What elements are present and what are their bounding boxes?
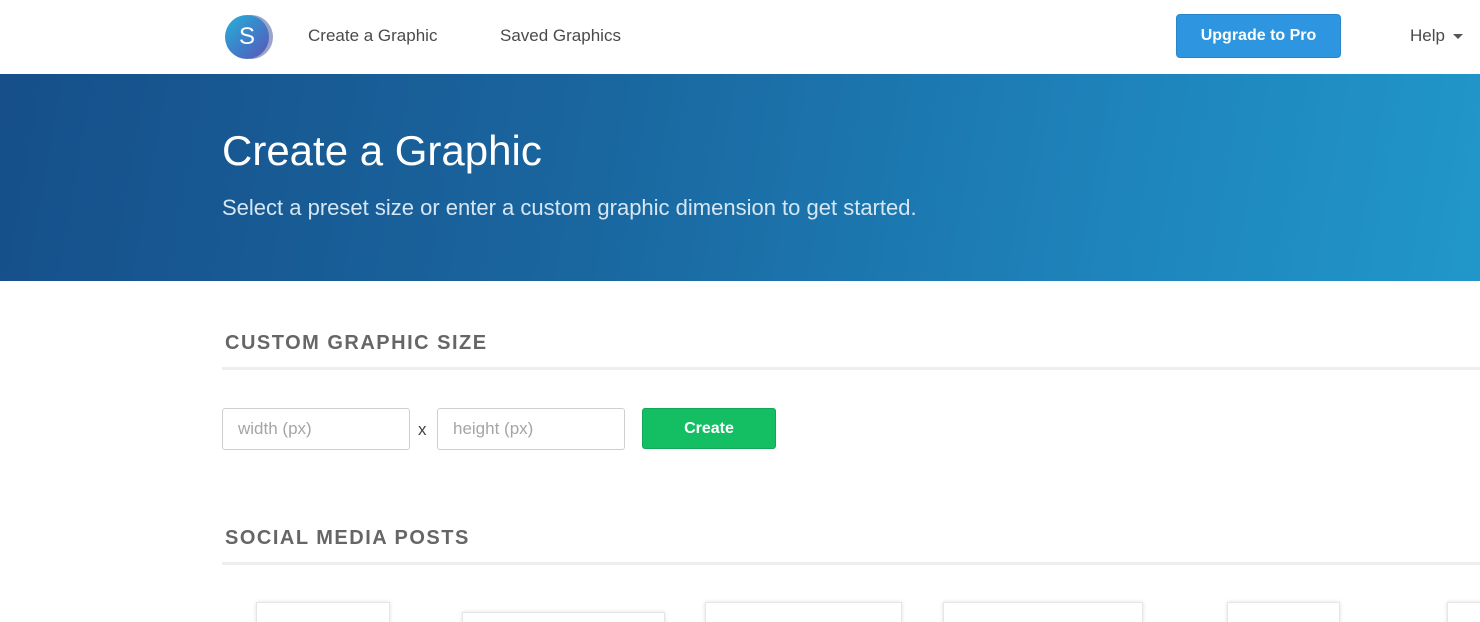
page-title: Create a Graphic bbox=[222, 127, 542, 174]
nav-saved-graphics-link[interactable]: Saved Graphics bbox=[500, 26, 621, 46]
help-menu[interactable]: Help bbox=[1410, 26, 1463, 46]
preset-card[interactable] bbox=[256, 602, 390, 622]
social-media-heading: SOCIAL MEDIA POSTS bbox=[225, 527, 470, 549]
height-input[interactable] bbox=[437, 408, 625, 450]
preset-card[interactable] bbox=[1447, 602, 1480, 622]
width-input[interactable] bbox=[222, 408, 410, 450]
nav-create-graphic-link[interactable]: Create a Graphic bbox=[308, 26, 437, 46]
upgrade-to-pro-button[interactable]: Upgrade to Pro bbox=[1176, 14, 1341, 58]
custom-size-heading: CUSTOM GRAPHIC SIZE bbox=[225, 332, 488, 354]
help-label: Help bbox=[1410, 26, 1445, 45]
preset-card[interactable] bbox=[1227, 602, 1340, 622]
logo-letter: S bbox=[225, 15, 269, 59]
app-logo[interactable]: S bbox=[225, 15, 273, 59]
hero-banner: Create a Graphic Select a preset size or… bbox=[0, 74, 1480, 281]
page-subtitle: Select a preset size or enter a custom g… bbox=[222, 195, 917, 220]
caret-down-icon bbox=[1452, 34, 1463, 40]
top-navigation: S Create a Graphic Saved Graphics Upgrad… bbox=[0, 0, 1480, 74]
preset-card[interactable] bbox=[943, 602, 1143, 622]
section-divider bbox=[222, 562, 1480, 565]
dimension-separator: x bbox=[418, 420, 427, 439]
preset-card[interactable] bbox=[705, 602, 902, 622]
section-divider bbox=[222, 367, 1480, 370]
create-button[interactable]: Create bbox=[642, 408, 776, 449]
preset-card[interactable] bbox=[462, 612, 665, 622]
